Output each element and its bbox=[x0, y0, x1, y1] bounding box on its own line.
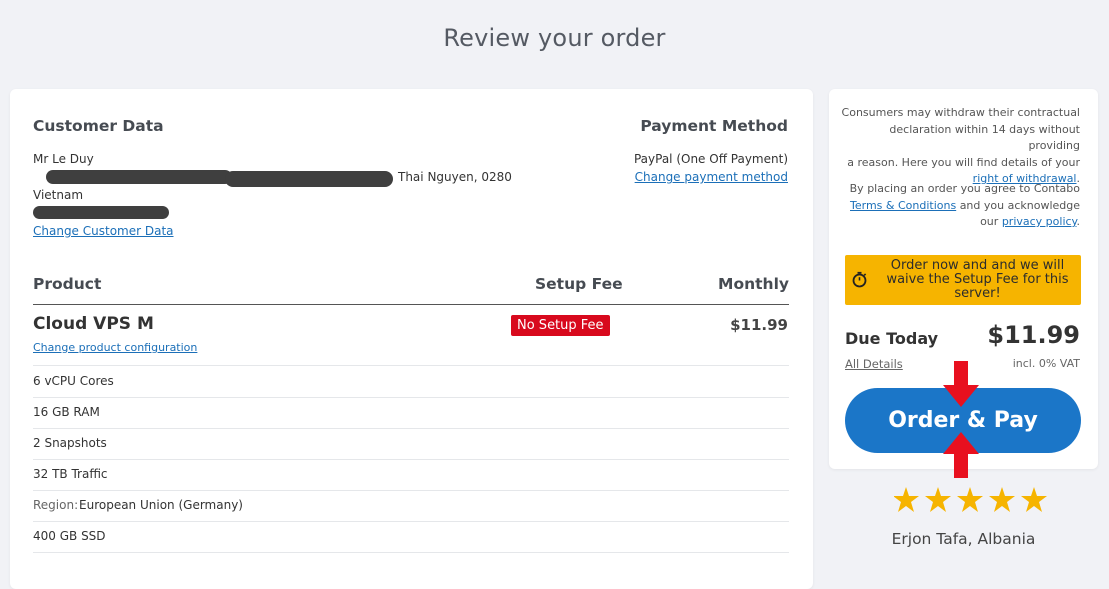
checkout-sidebar: Consumers may withdraw their contractual… bbox=[829, 89, 1098, 469]
monthly-price: $11.99 bbox=[730, 316, 788, 334]
column-product: Product bbox=[33, 275, 102, 293]
order-summary-card: Customer Data Mr Le Duy Thai Nguyen, 028… bbox=[10, 89, 813, 589]
change-product-configuration-link[interactable]: Change product configuration bbox=[33, 341, 197, 354]
feature-text: 2 Snapshots bbox=[33, 436, 107, 450]
customer-address: Thai Nguyen, 0280 bbox=[398, 170, 512, 184]
star-icon bbox=[925, 487, 951, 512]
feature-row: Region: European Union (Germany) bbox=[33, 490, 789, 522]
due-today-label: Due Today bbox=[845, 329, 939, 348]
reviewer-name: Erjon Tafa, Albania bbox=[891, 530, 1036, 548]
vat-note: incl. 0% VAT bbox=[1012, 357, 1080, 370]
page-title: Review your order bbox=[443, 24, 666, 52]
redaction-bar bbox=[33, 206, 169, 219]
payment-method-value: PayPal (One Off Payment) bbox=[633, 152, 788, 166]
privacy-policy-link[interactable]: privacy policy bbox=[1002, 215, 1077, 228]
terms-line: By placing an order you agree to Contabo bbox=[849, 182, 1080, 195]
feature-row: 16 GB RAM bbox=[33, 397, 789, 429]
star-icon bbox=[1021, 487, 1047, 512]
feature-text: European Union (Germany) bbox=[79, 498, 243, 512]
terms-line: our bbox=[980, 215, 999, 228]
feature-row: 2 Snapshots bbox=[33, 428, 789, 460]
setup-fee-banner: Order now and and we will waive the Setu… bbox=[845, 255, 1081, 305]
withdrawal-line: declaration within 14 days without provi… bbox=[889, 122, 1080, 153]
withdrawal-notice: Consumers may withdraw their contractual… bbox=[841, 106, 1080, 185]
due-amount: $11.99 bbox=[987, 321, 1080, 349]
redaction-bar bbox=[225, 171, 393, 187]
no-setup-fee-badge: No Setup Fee bbox=[511, 315, 610, 336]
banner-text: Order now and and we will waive the Setu… bbox=[886, 258, 1069, 301]
star-icon bbox=[894, 487, 919, 512]
payment-method-heading: Payment Method bbox=[640, 117, 788, 135]
terms-notice: By placing an order you agree to Contabo… bbox=[840, 181, 1080, 231]
feature-text: 6 vCPU Cores bbox=[33, 374, 114, 388]
product-name: Cloud VPS M bbox=[33, 314, 154, 334]
customer-country: Vietnam bbox=[33, 188, 84, 202]
arrow-up-icon bbox=[943, 432, 979, 478]
feature-prefix: Region: bbox=[33, 498, 79, 512]
star-icon bbox=[957, 487, 983, 512]
column-setup-fee: Setup Fee bbox=[535, 275, 623, 293]
redaction-bar bbox=[46, 170, 232, 184]
feature-row: 32 TB Traffic bbox=[33, 459, 789, 491]
rating-stars bbox=[894, 487, 1047, 512]
withdrawal-line: a reason. Here you will find details of … bbox=[847, 155, 1080, 169]
star-icon bbox=[989, 487, 1015, 512]
arrow-down-icon bbox=[943, 361, 979, 407]
feature-row: 6 vCPU Cores bbox=[33, 366, 789, 398]
feature-text: 16 GB RAM bbox=[33, 405, 100, 419]
feature-row: 400 GB SSD bbox=[33, 521, 789, 553]
terms-line: and you acknowledge bbox=[959, 198, 1080, 212]
change-payment-method-link[interactable]: Change payment method bbox=[635, 170, 788, 184]
column-monthly: Monthly bbox=[718, 275, 789, 293]
feature-text: 400 GB SSD bbox=[33, 529, 106, 543]
change-customer-data-link[interactable]: Change Customer Data bbox=[33, 224, 174, 238]
stopwatch-icon bbox=[852, 271, 867, 288]
withdrawal-line: Consumers may withdraw their contractual bbox=[841, 106, 1080, 119]
product-table-header: Product Setup Fee Monthly bbox=[33, 272, 789, 305]
customer-data-heading: Customer Data bbox=[33, 117, 164, 135]
all-details-link[interactable]: All Details bbox=[845, 357, 903, 371]
feature-text: 32 TB Traffic bbox=[33, 467, 108, 481]
terms-conditions-link[interactable]: Terms & Conditions bbox=[850, 199, 956, 212]
customer-name: Mr Le Duy bbox=[33, 152, 94, 166]
